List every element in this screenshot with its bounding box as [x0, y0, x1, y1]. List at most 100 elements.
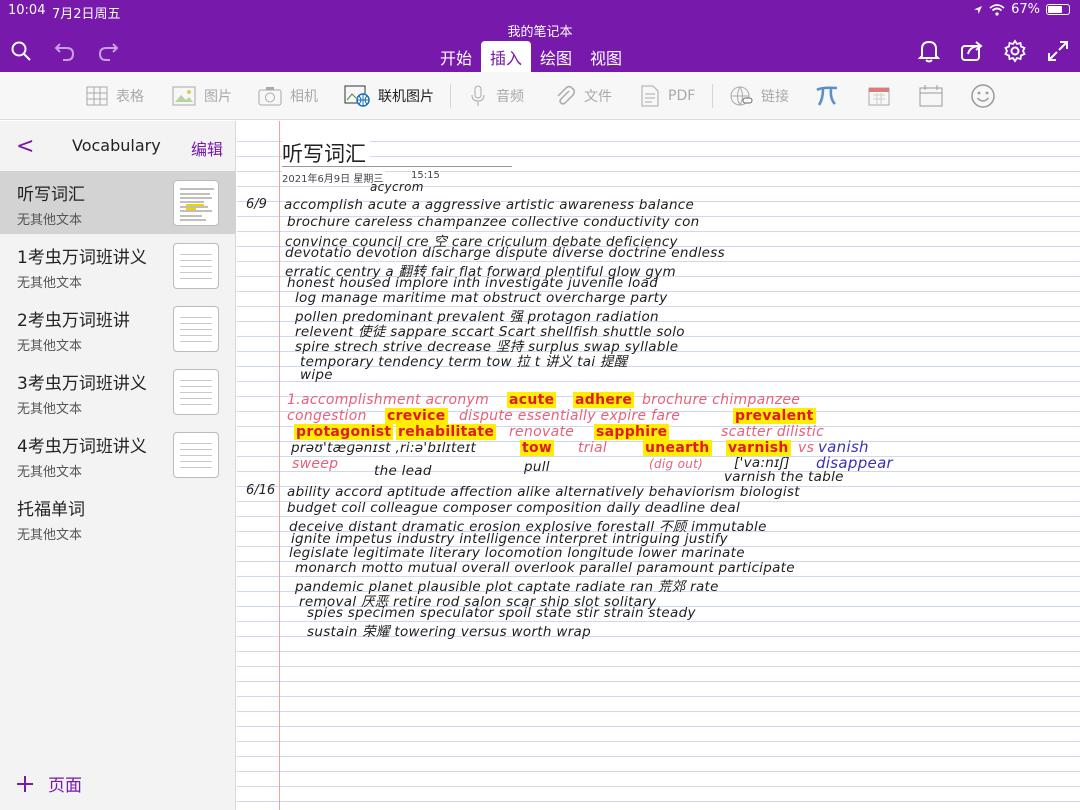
- page-item-subtitle: 无其他文本: [17, 402, 83, 417]
- share-icon[interactable]: [959, 38, 985, 64]
- page-item-title: 托福单词: [17, 500, 85, 520]
- battery-icon: [1046, 4, 1070, 15]
- page-item[interactable]: 2考虫万词班讲 无其他文本: [0, 297, 236, 360]
- handwriting-line: ability accord aptitude affection alike …: [287, 484, 800, 500]
- insert-pdf-label: PDF: [668, 88, 696, 104]
- tab-view[interactable]: 视图: [581, 41, 631, 72]
- insert-online-picture-button[interactable]: 联机图片: [344, 84, 434, 108]
- handwriting-pink: sweep: [292, 456, 339, 472]
- insert-audio-label: 音频: [496, 89, 524, 105]
- highlighted-word: prevalent: [733, 408, 816, 424]
- page-item[interactable]: 3考虫万词班讲义 无其他文本: [0, 360, 236, 423]
- handwriting-line: varnish the table: [724, 469, 844, 485]
- picture-icon: [172, 86, 196, 106]
- ribbon-tabs: 开始 插入 绘图 视图: [431, 41, 631, 72]
- handwriting-line: devotatio devotion discharge dispute div…: [285, 245, 725, 261]
- insert-link-label: 链接: [761, 89, 789, 105]
- highlighted-word: protagonist: [294, 424, 394, 440]
- undo-icon[interactable]: [52, 38, 78, 64]
- handwriting-line: temporary tendency term tow 拉 t 讲义 tai 提…: [300, 354, 628, 370]
- expand-icon[interactable]: [1045, 38, 1071, 64]
- page-item[interactable]: 托福单词 无其他文本: [0, 486, 236, 549]
- handwriting-pink: scatter dilistic: [721, 424, 825, 440]
- highlighted-word: crevice: [385, 408, 448, 424]
- insert-pdf-button[interactable]: PDF: [640, 84, 695, 108]
- handwriting-line: prəʊ'tæɡənɪst ,ri:ə'bɪlɪteɪt: [291, 440, 477, 456]
- page-item-title: 2考虫万词班讲: [17, 311, 130, 331]
- highlighted-word: rehabilitate: [396, 424, 497, 440]
- handwriting-line: acycrom: [370, 180, 424, 194]
- bell-icon[interactable]: [916, 38, 942, 64]
- insert-equation-button[interactable]: [815, 84, 839, 108]
- plus-icon: [17, 775, 33, 792]
- section-title: Vocabulary: [72, 136, 161, 155]
- page-list-sidebar: < Vocabulary 编辑 听写词汇 无其他文本 1考虫万词班讲义 无其他文…: [0, 121, 236, 810]
- insert-sticker-button[interactable]: [970, 84, 996, 108]
- handwriting-pink: vs: [798, 440, 815, 456]
- status-date: 7月2日周五: [52, 7, 121, 22]
- page-item[interactable]: 听写词汇 无其他文本: [0, 171, 236, 234]
- edit-button[interactable]: 编辑: [191, 136, 223, 160]
- insert-table-label: 表格: [116, 89, 144, 105]
- redo-icon[interactable]: [95, 38, 121, 64]
- search-icon[interactable]: [8, 38, 34, 64]
- handwriting-pink: congestion: [287, 408, 367, 424]
- handwriting-line: wipe: [300, 367, 333, 383]
- margin-line: [279, 121, 280, 810]
- tab-draw[interactable]: 绘图: [531, 41, 581, 72]
- wifi-icon: [989, 3, 1005, 16]
- handwriting-line: brochure careless champanzee collective …: [287, 214, 700, 230]
- section-header: < Vocabulary 编辑: [0, 121, 235, 171]
- pi-icon: [816, 86, 838, 106]
- insert-online-picture-label: 联机图片: [378, 89, 434, 105]
- back-button[interactable]: <: [16, 134, 34, 159]
- camera-icon: [258, 87, 282, 106]
- insert-picture-button[interactable]: 图片: [172, 84, 232, 108]
- status-time: 10:04: [8, 3, 46, 18]
- insert-link-button[interactable]: 链接: [729, 84, 789, 108]
- insert-file-label: 文件: [584, 89, 612, 105]
- page-item-subtitle: 无其他文本: [17, 213, 83, 228]
- page-item[interactable]: 4考虫万词班讲义 无其他文本: [0, 423, 236, 486]
- calendar-blank-icon: [919, 85, 943, 107]
- page-item[interactable]: 1考虫万词班讲义 无其他文本: [0, 234, 236, 297]
- ribbon-divider: [450, 84, 451, 108]
- handwriting-pink: trial: [578, 440, 608, 456]
- tab-insert[interactable]: 插入: [481, 41, 532, 72]
- online-picture-icon: [344, 85, 370, 107]
- insert-picture-label: 图片: [204, 89, 232, 105]
- insert-audio-button[interactable]: 音频: [468, 84, 524, 108]
- insert-camera-button[interactable]: 相机: [258, 84, 318, 108]
- handwriting-line: budget coil colleague composer compositi…: [287, 500, 741, 516]
- page-item-title: 4考虫万词班讲义: [17, 437, 147, 457]
- link-globe-icon: [730, 86, 753, 106]
- battery-percent: 67%: [1011, 2, 1040, 17]
- handwriting-line: sustain 荣耀 towering versus worth wrap: [307, 624, 591, 640]
- insert-table-button[interactable]: 表格: [86, 84, 144, 108]
- page-item-subtitle: 无其他文本: [17, 339, 83, 354]
- page-item-title: 1考虫万词班讲义: [17, 248, 147, 268]
- tab-home[interactable]: 开始: [431, 41, 481, 72]
- microphone-icon: [471, 85, 485, 106]
- highlighted-word: acute: [507, 392, 557, 408]
- insert-meeting-button[interactable]: [918, 84, 944, 108]
- page-title[interactable]: 听写词汇: [282, 138, 370, 168]
- insert-date-button[interactable]: [867, 84, 891, 108]
- handwriting-pink: (dig out): [649, 457, 704, 471]
- page-thumbnail: [173, 432, 219, 478]
- smiley-icon: [971, 84, 995, 108]
- handwriting-line: spies specimen speculator spoil state st…: [307, 605, 696, 621]
- handwriting-line: honest housed implore inth investigate j…: [287, 275, 659, 291]
- pdf-icon: [641, 85, 659, 107]
- handwriting-red: 1.accomplishment acronym: [287, 392, 490, 408]
- handwriting-line: the lead: [374, 463, 432, 479]
- insert-file-button[interactable]: 文件: [554, 84, 612, 108]
- highlighted-word: unearth: [643, 440, 712, 456]
- handwriting-line: pull: [524, 459, 550, 475]
- note-canvas[interactable]: 听写词汇 2021年6月9日 星期三 15:15 6/9 6/16 acycro…: [237, 121, 1080, 810]
- highlighted-word: varnish: [726, 440, 791, 456]
- add-page-label: 页面: [48, 776, 82, 796]
- gear-icon[interactable]: [1002, 38, 1028, 64]
- handwriting-line: legislate legitimate literary locomotion…: [289, 545, 745, 561]
- add-page-button[interactable]: 页面: [16, 771, 82, 796]
